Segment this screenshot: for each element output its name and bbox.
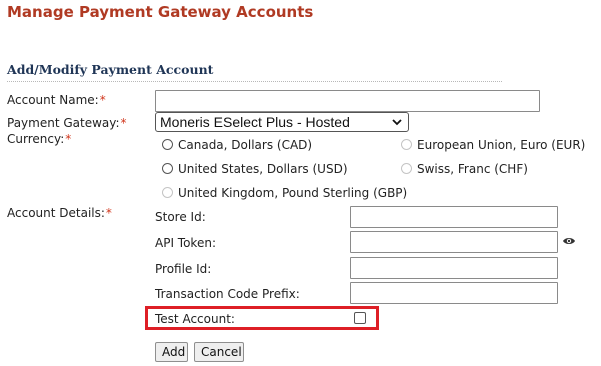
add-button[interactable]: Add [155,342,188,362]
api-token-input[interactable] [350,231,558,253]
currency-option-label: United Kingdom, Pound Sterling (GBP) [178,186,408,200]
transaction-code-prefix-label: Transaction Code Prefix: [155,287,300,301]
api-token-label: API Token: [155,236,216,250]
currency-option-label: European Union, Euro (EUR) [417,138,586,152]
currency-radio-eur[interactable] [401,139,412,150]
account-details-label-text: Account Details: [7,206,105,220]
currency-radio-cad[interactable] [162,139,173,150]
section-title: Add/Modify Payment Account [7,62,214,77]
chevron-down-icon [392,119,402,126]
page-title: Manage Payment Gateway Accounts [7,3,314,21]
currency-radio-chf[interactable] [401,163,412,174]
currency-option-label: Canada, Dollars (CAD) [178,138,313,152]
account-name-label-text: Account Name: [7,93,99,107]
payment-gateway-label: Payment Gateway:* [7,116,127,130]
store-id-label: Store Id: [155,210,206,224]
profile-id-input[interactable] [350,257,558,279]
test-account-label: Test Account: [155,312,235,326]
currency-option-label: United States, Dollars (USD) [178,162,348,176]
payment-gateway-label-text: Payment Gateway: [7,116,120,130]
section-divider [7,81,502,82]
transaction-code-prefix-input[interactable] [350,282,558,304]
payment-gateway-select[interactable]: Moneris ESelect Plus - Hosted [155,112,409,132]
currency-label: Currency:* [7,132,71,146]
profile-id-label: Profile Id: [155,262,212,276]
store-id-input[interactable] [350,206,558,228]
required-marker: * [65,132,72,146]
payment-gateway-selected-value: Moneris ESelect Plus - Hosted [160,114,350,130]
required-marker: * [120,116,127,130]
currency-radio-usd[interactable] [162,163,173,174]
account-name-input[interactable] [155,90,540,112]
account-details-label: Account Details:* [7,206,112,220]
required-marker: * [105,206,112,220]
currency-radio-gbp[interactable] [162,187,173,198]
currency-label-text: Currency: [7,132,65,146]
currency-option-label: Swiss, Franc (CHF) [417,162,528,176]
test-account-checkbox[interactable] [354,312,366,324]
eye-icon[interactable] [562,236,576,246]
cancel-button[interactable]: Cancel [194,342,244,362]
account-name-label: Account Name:* [7,93,106,107]
required-marker: * [99,93,106,107]
